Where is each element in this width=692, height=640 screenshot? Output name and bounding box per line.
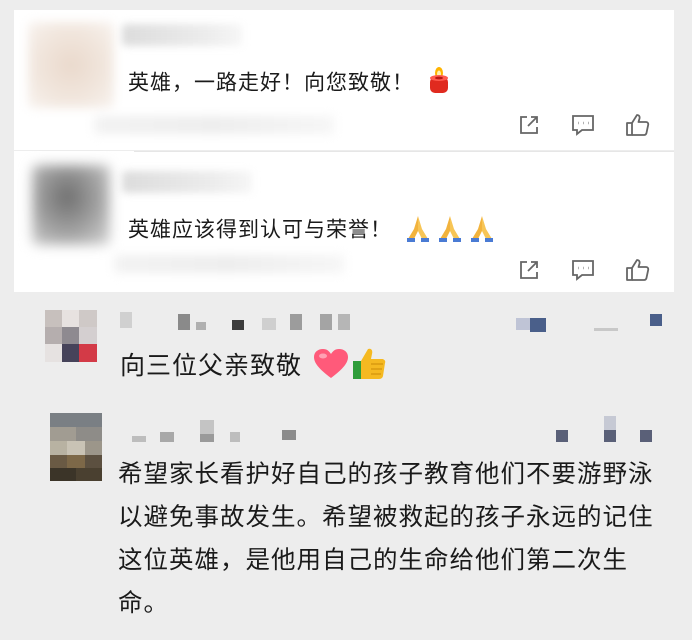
pray-emoji [404,213,432,248]
username-pixel [178,314,190,330]
username-pixel [200,434,214,442]
pray-emoji [436,213,464,248]
comment-text-row: 英雄，一路走好！向您致敬！ [128,66,452,101]
heart-emoji [313,348,349,386]
post-text: 向三位父亲致敬 [120,351,303,380]
comment-actions [514,255,652,285]
username-blurred [122,24,242,46]
divider [134,151,674,152]
username-pixel [200,420,214,434]
avatar-pixelated[interactable] [45,310,97,362]
like-icon[interactable] [622,110,652,140]
username-pixel [120,312,132,328]
thumbs-up-emoji [351,346,387,388]
username-pixel [338,314,350,330]
avatar[interactable] [28,22,114,108]
username-pixel [196,322,206,330]
post-text-row: 向三位父亲致敬 [120,346,387,388]
username-pixel [132,436,146,442]
username-pixel [230,432,240,442]
like-icon[interactable] [622,255,652,285]
username-pixel [320,314,332,330]
comment-text: 英雄应该得到认可与荣誉！ [128,217,392,242]
share-icon[interactable] [514,110,544,140]
share-icon[interactable] [514,255,544,285]
candle-emoji [426,66,452,101]
meta-pixel [604,416,616,430]
avatar[interactable] [32,165,110,245]
meta-blurred [114,255,344,273]
meta-pixel [640,430,652,442]
comment-icon[interactable] [568,110,598,140]
meta-pixel [604,430,616,442]
meta-pixel [650,314,662,326]
username-pixel [282,430,296,440]
username-blurred [122,171,252,193]
post-text: 希望家长看护好自己的孩子教育他们不要游野泳以避免事故发生。希望被救起的孩子永远的… [118,459,654,617]
comment-actions [514,110,652,140]
username-pixel [290,314,302,330]
pray-emoji [468,213,496,248]
avatar-pixelated[interactable] [50,413,102,481]
meta-blurred [94,116,334,134]
comment-text-row: 英雄应该得到认可与荣誉！ [128,213,496,248]
comment-card: 英雄，一路走好！向您致敬！ [14,10,674,150]
comment-card: 英雄应该得到认可与荣誉！ [14,151,674,292]
username-pixel [262,318,276,330]
meta-pixel [594,328,618,331]
username-pixel [160,432,174,442]
comment-icon[interactable] [568,255,598,285]
username-pixel [232,320,244,330]
comment-text: 英雄，一路走好！向您致敬！ [128,70,414,95]
meta-pixel [556,430,568,442]
meta-pixel [530,318,546,332]
